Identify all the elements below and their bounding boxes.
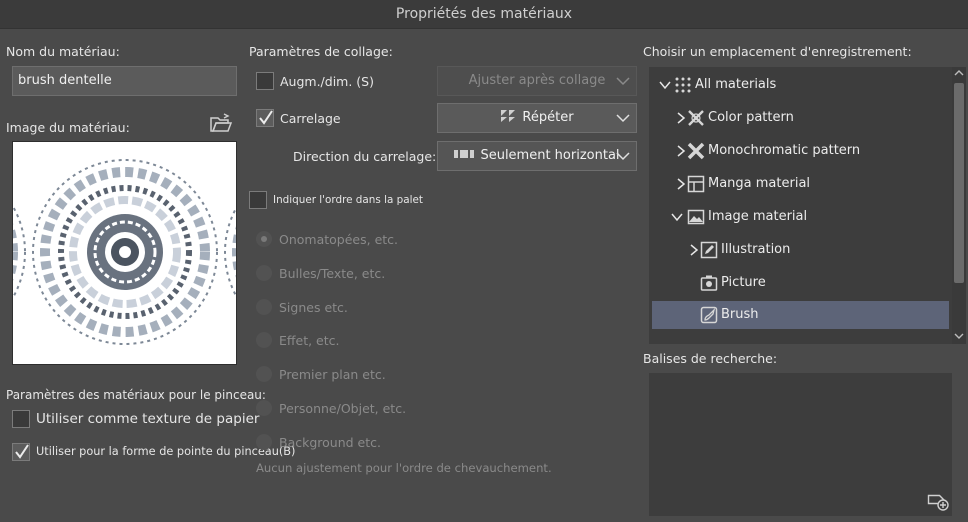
- scroll-up-icon[interactable]: [954, 69, 964, 77]
- chevron-down-icon: [616, 152, 630, 161]
- chevron-down-icon: [616, 114, 630, 123]
- mono-pattern-icon: [687, 142, 705, 160]
- tree-item-label: Manga material: [708, 176, 811, 191]
- tree-item-color-pattern[interactable]: Color pattern: [649, 104, 947, 132]
- brush-params-label: Paramètres des matériaux pour le pinceau…: [6, 388, 266, 402]
- order-option-label: Onomatopées, etc.: [279, 232, 399, 247]
- order-checkbox[interactable]: [249, 191, 267, 209]
- resize-label: Augm./dim. (S): [280, 74, 374, 89]
- tree-item-label: Image material: [708, 209, 808, 224]
- repeat-pattern-icon: [501, 110, 516, 122]
- material-image-preview: [12, 141, 237, 365]
- tiling-direction-label: Direction du carrelage:: [293, 149, 437, 164]
- manga-icon: [687, 175, 705, 193]
- resize-checkbox[interactable]: [256, 72, 274, 90]
- tree-item-label: All materials: [695, 77, 777, 92]
- order-option-label: Premier plan etc.: [279, 367, 386, 382]
- material-image-label: Image du matériau:: [6, 120, 130, 135]
- order-radio-background[interactable]: [256, 434, 272, 450]
- grid-dots-icon: [675, 77, 691, 93]
- tree-item-label: Brush: [721, 307, 759, 322]
- order-radio-onomatopoeia[interactable]: [256, 231, 272, 247]
- chevron-right-icon[interactable]: [676, 178, 686, 190]
- save-location-label: Choisir un emplacement d'enregistrement:: [643, 44, 912, 59]
- chevron-right-icon[interactable]: [689, 244, 699, 256]
- add-tag-icon[interactable]: [927, 491, 949, 511]
- open-folder-icon[interactable]: [209, 113, 233, 133]
- search-tags-box[interactable]: [649, 373, 952, 516]
- order-option-label: Effet, etc.: [279, 333, 340, 348]
- chevron-down-icon[interactable]: [671, 212, 683, 222]
- order-radio-effect[interactable]: [256, 332, 272, 348]
- tiling-label: Carrelage: [280, 111, 341, 126]
- tree-item-manga-material[interactable]: Manga material: [649, 170, 947, 198]
- checkmark-icon: [15, 444, 29, 459]
- chevron-down-icon[interactable]: [659, 80, 671, 90]
- checkmark-icon: [259, 110, 273, 125]
- order-option-label: Signes etc.: [279, 300, 348, 315]
- resize-dropdown-value: Ajuster après collage: [468, 73, 606, 88]
- tiling-direction-value: Seulement horizontal: [480, 148, 620, 163]
- tiling-dropdown-value: Répéter: [522, 110, 574, 125]
- chevron-right-icon[interactable]: [676, 112, 686, 124]
- location-tree[interactable]: All materials Color pattern Monochromati…: [649, 67, 952, 344]
- tiling-direction-dropdown[interactable]: Seulement horizontal: [437, 141, 637, 171]
- brush-tip-checkbox[interactable]: [12, 443, 30, 461]
- tree-item-label: Monochromatic pattern: [708, 143, 861, 158]
- tree-item-picture[interactable]: Picture: [649, 269, 947, 297]
- order-radio-foreground[interactable]: [256, 366, 272, 382]
- scroll-thumb[interactable]: [954, 83, 964, 283]
- brush-tip-label: Utiliser pour la forme de pointe du pinc…: [36, 445, 296, 458]
- cross-pattern-icon: [688, 110, 704, 126]
- paste-settings-label: Paramètres de collage:: [249, 44, 393, 59]
- scroll-down-icon[interactable]: [954, 332, 964, 340]
- paper-texture-checkbox[interactable]: [12, 410, 30, 428]
- tree-item-brush[interactable]: Brush: [652, 301, 949, 329]
- material-name-input[interactable]: brush dentelle: [12, 66, 237, 96]
- camera-icon: [700, 275, 718, 291]
- chevron-right-icon[interactable]: [676, 145, 686, 157]
- tiling-checkbox[interactable]: [256, 109, 274, 127]
- tree-item-illustration[interactable]: Illustration: [649, 236, 947, 264]
- tree-item-all-materials[interactable]: All materials: [649, 71, 947, 99]
- order-option-label: Bulles/Texte, etc.: [279, 266, 386, 281]
- material-name-label: Nom du matériau:: [6, 44, 120, 59]
- lace-pattern-image: [13, 142, 237, 365]
- order-option-label: Personne/Objet, etc.: [279, 401, 407, 416]
- tree-scrollbar[interactable]: [952, 67, 966, 344]
- order-radio-person[interactable]: [256, 400, 272, 416]
- search-tags-label: Balises de recherche:: [643, 351, 778, 366]
- window-title: Propriétés des matériaux: [0, 0, 968, 29]
- order-radio-balloons[interactable]: [256, 265, 272, 281]
- tree-item-label: Illustration: [721, 242, 791, 257]
- brush-icon: [700, 306, 718, 324]
- horizontal-tiling-icon: [454, 150, 475, 158]
- tree-item-label: Color pattern: [708, 110, 794, 125]
- tree-item-image-material[interactable]: Image material: [649, 203, 947, 231]
- tree-item-monochromatic-pattern[interactable]: Monochromatic pattern: [649, 137, 947, 165]
- image-icon: [687, 209, 705, 225]
- paper-texture-label: Utiliser comme texture de papier: [36, 411, 260, 427]
- order-radio-signs[interactable]: [256, 299, 272, 315]
- order-option-label: Background etc.: [279, 435, 381, 450]
- pencil-icon: [700, 241, 718, 259]
- chevron-down-icon: [616, 77, 630, 86]
- tree-item-label: Picture: [721, 275, 766, 290]
- resize-dropdown[interactable]: Ajuster après collage: [437, 66, 637, 96]
- no-adjust-text: Aucun ajustement pour l'ordre de chevauc…: [256, 461, 552, 475]
- order-label: Indiquer l'ordre dans la palette de: [273, 194, 423, 206]
- tiling-dropdown[interactable]: Répéter: [437, 103, 637, 133]
